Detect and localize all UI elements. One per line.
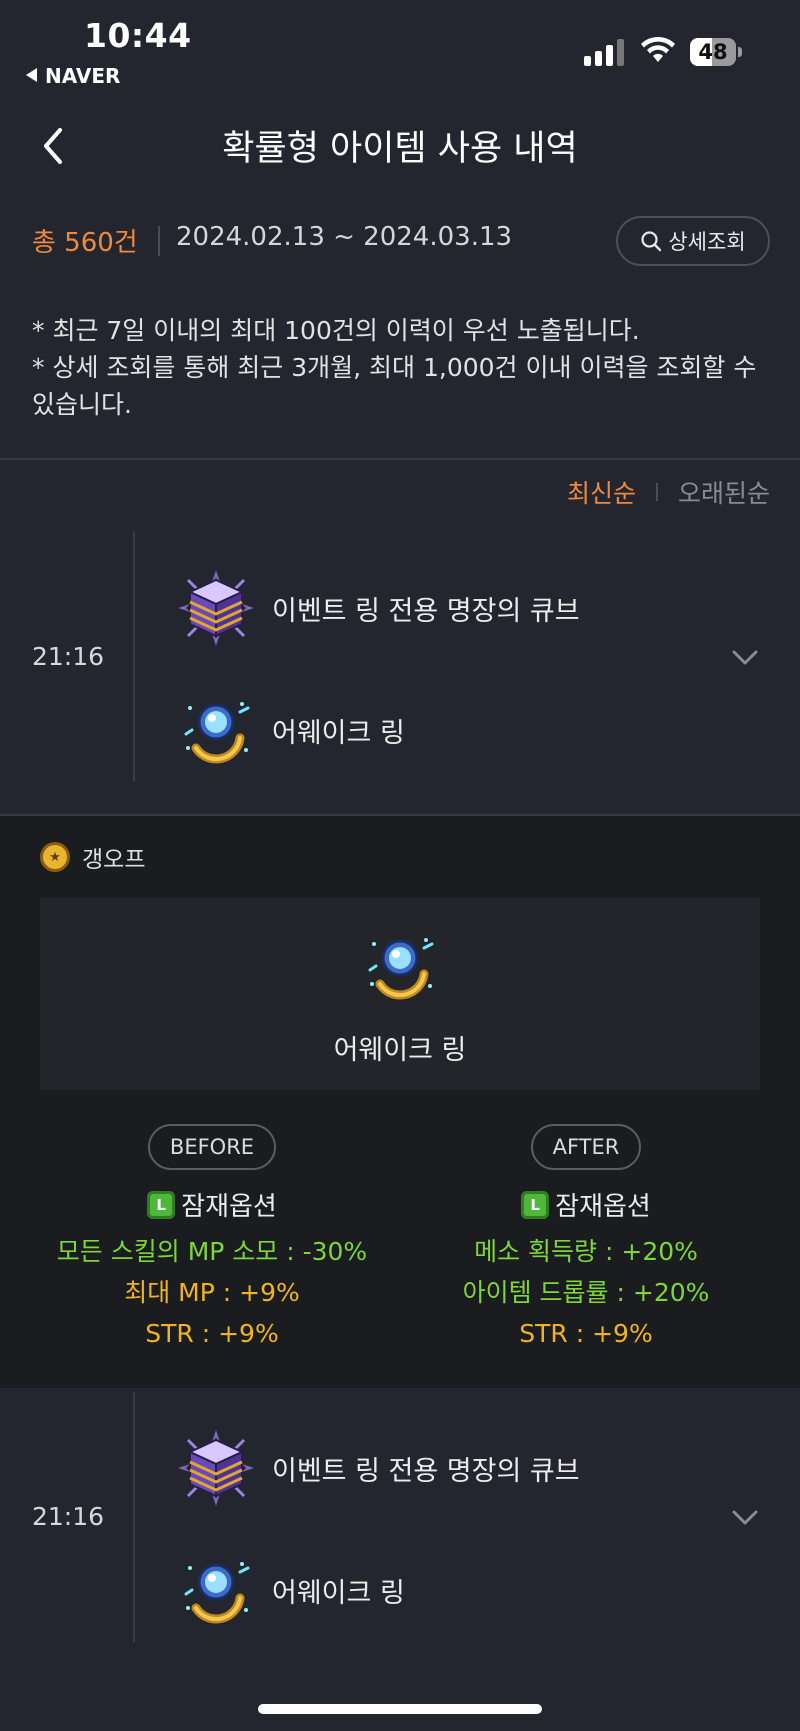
home-indicator[interactable] bbox=[258, 1704, 542, 1714]
ring-icon bbox=[184, 702, 250, 764]
back-app-name: NAVER bbox=[45, 64, 121, 88]
back-triangle-icon bbox=[26, 68, 37, 82]
cube-icon bbox=[178, 570, 254, 646]
cellular-signal-icon bbox=[584, 38, 624, 66]
potential-label: 잠재옵션 bbox=[181, 1192, 277, 1222]
item-name: 어웨이크 링 bbox=[272, 1577, 405, 1609]
history-entry[interactable]: 21:16 이벤트 링 전용 명장의 큐브 어웨이크 링 bbox=[0, 1392, 800, 1642]
option-line: STR : +9% bbox=[145, 1319, 279, 1348]
entry-time: 21:16 bbox=[32, 1502, 105, 1531]
total-count: 총 560건 bbox=[32, 228, 138, 258]
after-column: AFTER L 잠재옵션 메소 획득량 : +20% 아이템 드롭률 : +20… bbox=[386, 1124, 786, 1354]
after-label: AFTER bbox=[530, 1124, 642, 1170]
timeline-line bbox=[133, 1392, 135, 1642]
option-line: 모든 스킬의 MP 소모 : -30% bbox=[56, 1237, 368, 1266]
summary-row: 총 560건 2024.02.13 ~ 2024.03.13 상세조회 bbox=[0, 212, 800, 268]
nav-header: 확률형 아이템 사용 내역 bbox=[0, 110, 800, 180]
option-line: 메소 획득량 : +20% bbox=[474, 1237, 698, 1266]
character-name: 갱오프 bbox=[82, 847, 146, 873]
notice-text: * 최근 7일 이내의 최대 100건의 이력이 우선 노출됩니다. * 상세 … bbox=[32, 312, 782, 423]
search-icon bbox=[641, 231, 662, 252]
character-coin-icon: ★ bbox=[40, 842, 70, 872]
item-row: 어웨이크 링 bbox=[176, 690, 405, 770]
divider bbox=[158, 226, 160, 256]
section-divider bbox=[0, 458, 800, 460]
character-row: ★ 갱오프 bbox=[40, 840, 145, 874]
page-title: 확률형 아이템 사용 내역 bbox=[222, 129, 578, 169]
battery-icon: 48 bbox=[690, 38, 742, 66]
detail-search-button[interactable]: 상세조회 bbox=[616, 216, 770, 266]
cube-name: 이벤트 링 전용 명장의 큐브 bbox=[272, 1455, 580, 1487]
date-range: 2024.02.13 ~ 2024.03.13 bbox=[176, 222, 513, 252]
before-label: BEFORE bbox=[147, 1124, 277, 1170]
battery-level: 48 bbox=[698, 40, 728, 64]
ring-icon bbox=[184, 1562, 250, 1624]
legendary-badge-icon: L bbox=[147, 1190, 176, 1219]
chevron-down-icon[interactable] bbox=[730, 642, 760, 672]
item-row: 어웨이크 링 bbox=[176, 1550, 405, 1630]
option-line: STR : +9% bbox=[519, 1319, 653, 1348]
ring-icon bbox=[368, 938, 434, 1000]
notice-line: * 최근 7일 이내의 최대 100건의 이력이 우선 노출됩니다. bbox=[32, 316, 640, 345]
expanded-detail-panel: ★ 갱오프 어웨이크 링 BEFORE L 잠재옵션 모든 스킬의 MP 소모 … bbox=[0, 816, 800, 1388]
cube-icon bbox=[178, 1430, 254, 1506]
option-line: 최대 MP : +9% bbox=[124, 1278, 300, 1307]
sort-oldest-button[interactable]: 오래된순 bbox=[678, 474, 770, 510]
potential-header: L 잠재옵션 bbox=[386, 1186, 786, 1223]
timeline-line bbox=[133, 532, 135, 782]
sort-separator bbox=[655, 483, 658, 501]
item-name: 어웨이크 링 bbox=[272, 717, 405, 749]
history-entry[interactable]: 21:16 이벤트 링 전용 명장의 큐브 어웨이크 링 bbox=[0, 532, 800, 782]
notice-line: * 상세 조회를 통해 최근 3개월, 최대 1,000건 이내 이력을 조회할… bbox=[32, 353, 757, 419]
entry-time: 21:16 bbox=[32, 642, 105, 671]
detail-search-label: 상세조회 bbox=[668, 230, 746, 254]
back-to-app-link[interactable]: NAVER bbox=[26, 64, 120, 88]
cube-row: 이벤트 링 전용 명장의 큐브 bbox=[176, 1428, 580, 1508]
sort-newest-button[interactable]: 최신순 bbox=[567, 474, 636, 510]
chevron-down-icon[interactable] bbox=[730, 1502, 760, 1532]
sort-toggle: 최신순 오래된순 bbox=[567, 474, 770, 510]
wifi-icon bbox=[641, 36, 675, 62]
status-time: 10:44 bbox=[84, 16, 192, 55]
cube-row: 이벤트 링 전용 명장의 큐브 bbox=[176, 568, 580, 648]
potential-label: 잠재옵션 bbox=[555, 1192, 651, 1222]
item-card-name: 어웨이크 링 bbox=[333, 1035, 467, 1066]
status-bar: 10:44 NAVER 48 bbox=[0, 0, 800, 100]
cube-name: 이벤트 링 전용 명장의 큐브 bbox=[272, 595, 580, 627]
item-card: 어웨이크 링 bbox=[40, 898, 760, 1090]
potential-header: L 잠재옵션 bbox=[12, 1186, 412, 1223]
legendary-badge-icon: L bbox=[521, 1190, 550, 1219]
option-line: 아이템 드롭률 : +20% bbox=[462, 1278, 710, 1307]
before-column: BEFORE L 잠재옵션 모든 스킬의 MP 소모 : -30% 최대 MP … bbox=[12, 1124, 412, 1354]
